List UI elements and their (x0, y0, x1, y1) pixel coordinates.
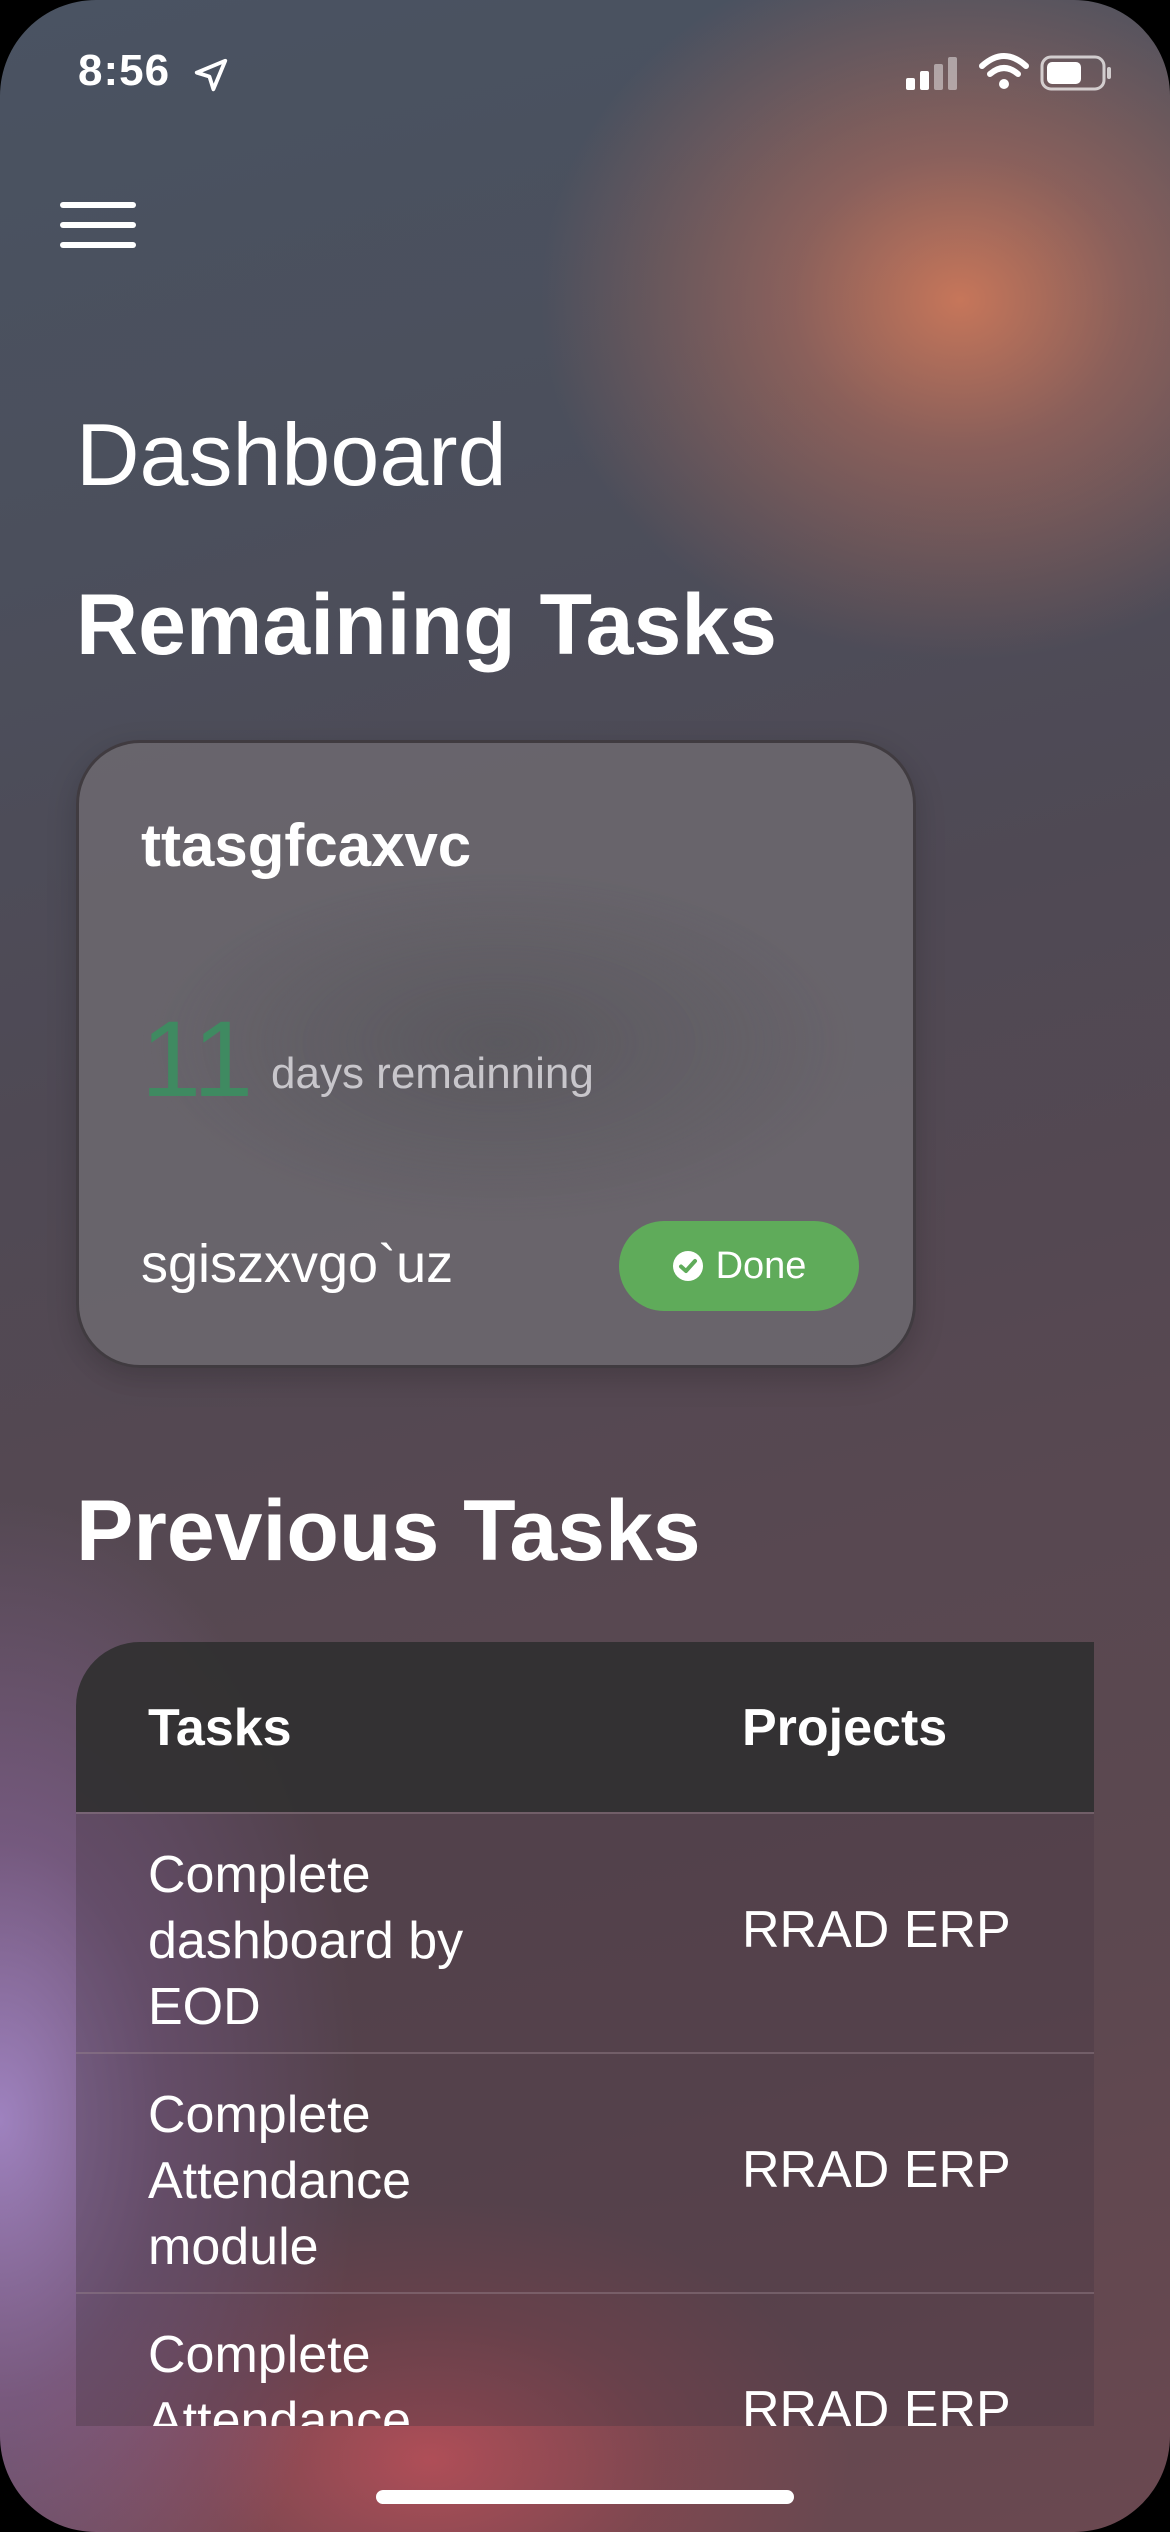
project-cell: RRAD ERP (742, 2141, 1011, 2199)
table-row[interactable]: Complete dashboard by EOD RRAD ERP (76, 1812, 1094, 2052)
task-cell: Complete Attendance (148, 2326, 412, 2426)
table-header: Tasks Projects (76, 1642, 1094, 1812)
previous-tasks-title: Previous Tasks (76, 1483, 701, 1579)
hamburger-menu-icon[interactable] (60, 198, 138, 252)
column-header-tasks: Tasks (148, 1699, 292, 1757)
task-cell: Complete dashboard by EOD (148, 1846, 464, 2036)
project-cell: RRAD ERP (742, 2381, 1011, 2426)
location-arrow-icon (194, 58, 228, 92)
page-title: Dashboard (76, 405, 507, 504)
previous-tasks-table: Tasks Projects Complete dashboard by EOD… (76, 1642, 1094, 2426)
menu-bar (60, 202, 136, 208)
days-remaining-count: 11 (141, 998, 254, 1119)
task-card-project: sgiszxvgo`uz (141, 1234, 454, 1294)
menu-bar (60, 242, 136, 248)
remaining-tasks-title: Remaining Tasks (76, 577, 777, 673)
column-header-projects: Projects (742, 1699, 948, 1757)
table-row[interactable]: Complete Attendance module RRAD ERP (76, 2052, 1094, 2292)
done-button-label: Done (715, 1244, 807, 1287)
status-time: 8:56 (78, 46, 171, 95)
menu-bar (60, 222, 136, 228)
battery-icon (1040, 55, 1111, 91)
days-remaining-label: days remainning (271, 1049, 594, 1098)
app-screen: 8:56 Dashboard Remaining Tasks ttasgfcax… (0, 0, 1170, 2532)
check-circle-icon (672, 1251, 703, 1281)
done-button[interactable]: Done (619, 1221, 859, 1311)
project-cell: RRAD ERP (742, 1901, 1011, 1959)
wifi-icon (979, 53, 1029, 89)
cellular-signal-icon (906, 57, 957, 90)
table-row[interactable]: Complete Attendance RRAD ERP (76, 2292, 1094, 2426)
status-bar: 8:56 (0, 0, 1170, 150)
task-card-title: ttasgfcaxvc (141, 812, 472, 879)
home-indicator[interactable] (376, 2490, 794, 2504)
remaining-task-card[interactable]: ttasgfcaxvc 11 days remainning sgiszxvgo… (76, 740, 916, 1368)
task-cell: Complete Attendance module (148, 2086, 412, 2276)
